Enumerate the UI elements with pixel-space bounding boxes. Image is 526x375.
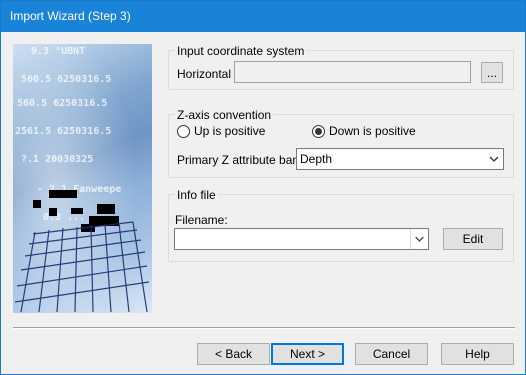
down-is-positive-radio[interactable]: Down is positive <box>312 124 416 138</box>
primary-z-band-select[interactable]: Depth <box>296 148 504 170</box>
z-axis-convention-label: Z-axis convention <box>175 108 274 122</box>
banner-text-line: 9.3 °UBNT <box>31 46 85 57</box>
import-wizard-window: Import Wizard (Step 3) 9.3 °UBNT 560.5 6… <box>0 0 526 375</box>
browse-button-label: ... <box>486 65 497 80</box>
banner-text-line: 560.5 6250316.5 <box>21 74 111 85</box>
banner-text-line: 560.5 6250316.5 <box>17 98 107 109</box>
up-is-positive-label: Up is positive <box>194 124 266 138</box>
banner-text-line: 2561.5 6250316.5 <box>15 126 111 137</box>
filename-combobox[interactable] <box>174 228 429 250</box>
chevron-down-icon <box>489 156 499 162</box>
up-is-positive-radio[interactable]: Up is positive <box>177 124 265 138</box>
browse-button[interactable]: ... <box>481 62 503 83</box>
horizontal-field[interactable] <box>234 61 471 83</box>
back-button-label: < Back <box>214 347 253 361</box>
footer-separator <box>13 327 515 329</box>
next-button-label: Next > <box>289 347 325 361</box>
info-file-label: Info file <box>175 188 218 202</box>
input-coordinate-system-label: Input coordinate system <box>175 44 307 58</box>
next-button[interactable]: Next > <box>271 343 344 365</box>
wizard-banner-image: 9.3 °UBNT 560.5 6250316.5 560.5 6250316.… <box>13 44 152 313</box>
edit-button-label: Edit <box>462 232 484 246</box>
filename-label: Filename: <box>175 213 228 227</box>
banner-artwork: 9.3 °UBNT 560.5 6250316.5 560.5 6250316.… <box>13 44 152 313</box>
title-bar[interactable]: Import Wizard (Step 3) <box>1 1 525 32</box>
chevron-down-icon[interactable] <box>410 229 428 249</box>
primary-z-band-value: Depth <box>300 152 333 166</box>
window-title: Import Wizard (Step 3) <box>10 9 131 23</box>
radio-circle-checked <box>312 124 325 138</box>
edit-button[interactable]: Edit <box>443 228 503 250</box>
horizontal-label: Horizontal <box>177 67 232 81</box>
help-button-label: Help <box>465 347 490 361</box>
help-button[interactable]: Help <box>441 343 514 365</box>
cancel-button-label: Cancel <box>372 347 411 361</box>
banner-text-line: ?.1 20030325 <box>21 154 93 165</box>
back-button[interactable]: < Back <box>197 343 270 365</box>
down-is-positive-label: Down is positive <box>329 124 416 138</box>
primary-z-band-label: Primary Z attribute band <box>177 153 306 167</box>
cancel-button[interactable]: Cancel <box>355 343 428 365</box>
radio-circle <box>177 124 190 138</box>
